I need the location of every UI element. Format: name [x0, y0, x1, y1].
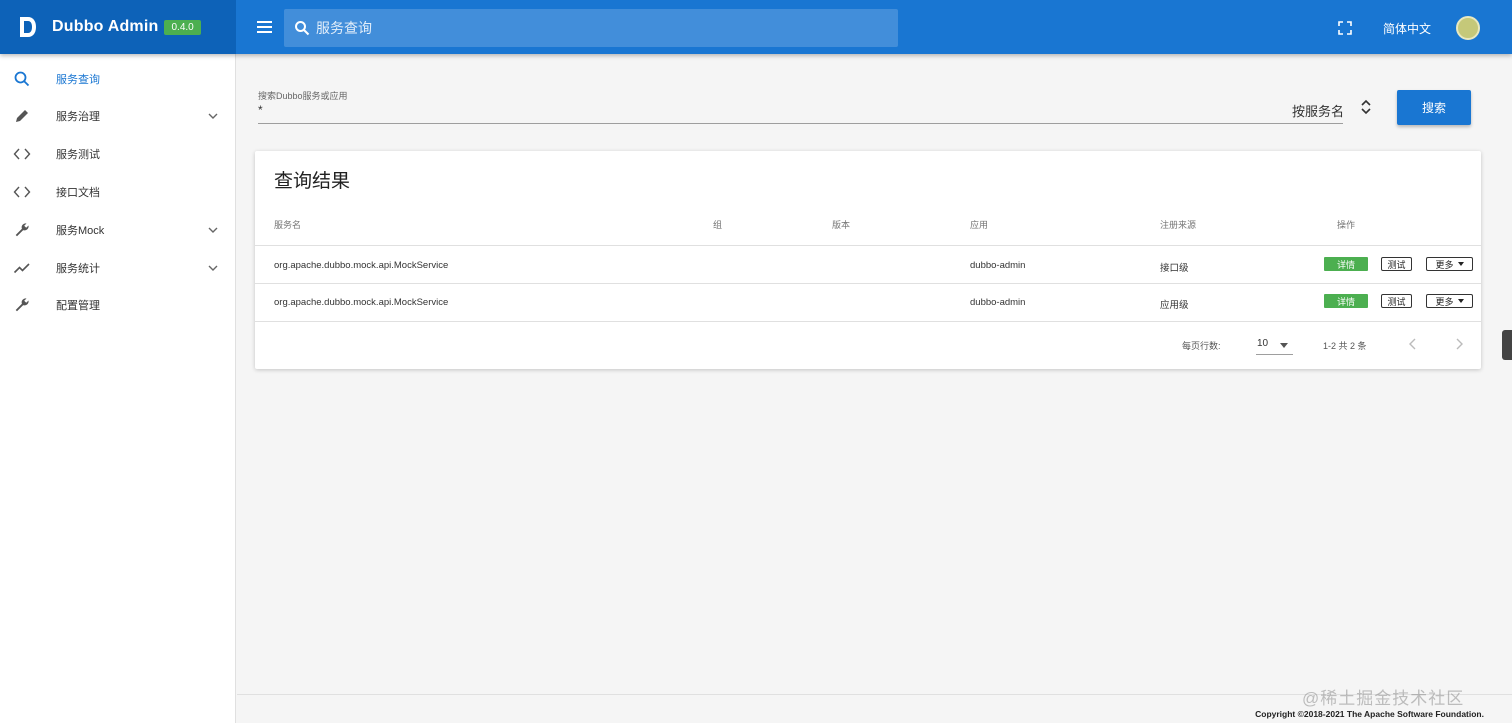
brand[interactable]: Dubbo Admin 0.4.0: [0, 0, 236, 54]
search-field-label: 搜索Dubbo服务或应用: [258, 91, 348, 101]
cell-service-name: org.apache.dubbo.mock.api.MockService: [274, 260, 449, 271]
test-button[interactable]: 测试: [1381, 257, 1412, 271]
rows-per-page-select[interactable]: 10: [1257, 338, 1268, 349]
column-header-service[interactable]: 服务名: [274, 218, 301, 231]
pencil-icon: [13, 107, 31, 125]
copyright-text: Copyright ©2018-2021 The Apache Software…: [1255, 709, 1484, 719]
cell-service-name: org.apache.dubbo.mock.api.MockService: [274, 297, 449, 308]
sidebar-item-label: 服务测试: [56, 149, 100, 161]
test-button[interactable]: 测试: [1381, 294, 1412, 308]
sidebar-item-label: 服务Mock: [56, 225, 105, 237]
app-name: Dubbo Admin: [52, 18, 159, 35]
trending-icon: [13, 259, 31, 277]
chevron-down-icon: [206, 223, 220, 237]
sidebar-item-service-stats[interactable]: 服务统计: [0, 249, 236, 287]
column-header-source[interactable]: 注册来源: [1160, 218, 1196, 231]
sidebar-item-api-docs[interactable]: 接口文档: [0, 173, 236, 211]
detail-button[interactable]: 详情: [1324, 257, 1368, 271]
fullscreen-icon[interactable]: [1338, 21, 1352, 35]
scrollbar-handle[interactable]: [1502, 330, 1512, 360]
results-card: 查询结果 服务名 组 版本 应用 注册来源 操作 org.apache.dubb…: [255, 151, 1481, 369]
cell-source: 应用级: [1160, 300, 1189, 311]
chevron-down-icon: [206, 261, 220, 275]
column-header-version[interactable]: 版本: [832, 218, 850, 231]
wrench-icon: [13, 221, 31, 239]
header-divider: [255, 245, 1481, 246]
column-header-application[interactable]: 应用: [970, 218, 988, 231]
sort-by-select[interactable]: 按服务名: [1292, 101, 1344, 120]
avatar[interactable]: [1456, 16, 1480, 40]
sidebar-item-label: 服务查询: [56, 74, 100, 86]
watermark: @稀土掘金技术社区: [1302, 689, 1465, 708]
sidebar-item-config-management[interactable]: 配置管理: [0, 286, 236, 324]
column-header-actions: 操作: [1337, 220, 1356, 230]
caret-down-icon: [1457, 262, 1464, 266]
sidebar-item-label: 服务统计: [56, 263, 100, 275]
more-button-label: 更多: [1435, 296, 1454, 307]
chevron-down-icon: [206, 109, 220, 123]
top-app-bar: Dubbo Admin 0.4.0 简体中文: [0, 0, 1512, 54]
more-button-label: 更多: [1435, 259, 1454, 270]
sidebar-item-label: 服务治理: [56, 111, 100, 123]
global-search-input[interactable]: [316, 20, 876, 36]
rows-per-page-underline: [1256, 354, 1293, 355]
row-divider: [255, 321, 1481, 322]
search-button[interactable]: 搜索: [1397, 90, 1471, 125]
search-field-input[interactable]: *: [258, 103, 263, 117]
unfold-icon[interactable]: [1360, 98, 1372, 116]
search-field-underline: [258, 123, 1343, 124]
results-title: 查询结果: [274, 171, 351, 192]
search-icon: [294, 20, 310, 36]
sidebar: 服务查询 服务治理 服务测试 接口文档 服务Mock 服务统计 配置管理: [0, 54, 236, 723]
caret-down-icon: [1457, 299, 1464, 303]
sidebar-item-service-mock[interactable]: 服务Mock: [0, 211, 236, 249]
sidebar-item-label: 接口文档: [56, 187, 100, 199]
row-divider: [255, 283, 1481, 284]
version-badge: 0.4.0: [164, 19, 201, 35]
pagination-range: 1-2 共 2 条: [1323, 341, 1367, 351]
more-button[interactable]: 更多: [1426, 294, 1473, 308]
code-icon: [13, 183, 31, 201]
rows-per-page-label: 每页行数:: [1182, 341, 1221, 351]
main-content: 搜索Dubbo服务或应用 * 按服务名 搜索 查询结果 服务名 组 版本 应用 …: [237, 54, 1512, 694]
chevron-right-icon[interactable]: [1454, 337, 1464, 351]
chevron-left-icon[interactable]: [1408, 337, 1418, 351]
sidebar-item-label: 配置管理: [56, 300, 100, 312]
cell-application: dubbo-admin: [970, 260, 1026, 271]
language-switch[interactable]: 简体中文: [1383, 20, 1431, 37]
caret-down-icon[interactable]: [1280, 343, 1288, 348]
menu-icon[interactable]: [256, 17, 274, 37]
code-icon: [13, 145, 31, 163]
detail-button[interactable]: 详情: [1324, 294, 1368, 308]
sidebar-item-service-test[interactable]: 服务测试: [0, 135, 236, 173]
dubbo-logo-icon: [18, 15, 38, 39]
global-search[interactable]: [284, 9, 898, 47]
sidebar-item-service-search[interactable]: 服务查询: [0, 60, 236, 98]
wrench-icon: [13, 296, 31, 314]
sidebar-item-service-governance[interactable]: 服务治理: [0, 97, 236, 135]
search-icon: [13, 70, 31, 88]
cell-source: 接口级: [1160, 263, 1189, 274]
column-header-group[interactable]: 组: [713, 218, 722, 231]
more-button[interactable]: 更多: [1426, 257, 1473, 271]
cell-application: dubbo-admin: [970, 297, 1026, 308]
